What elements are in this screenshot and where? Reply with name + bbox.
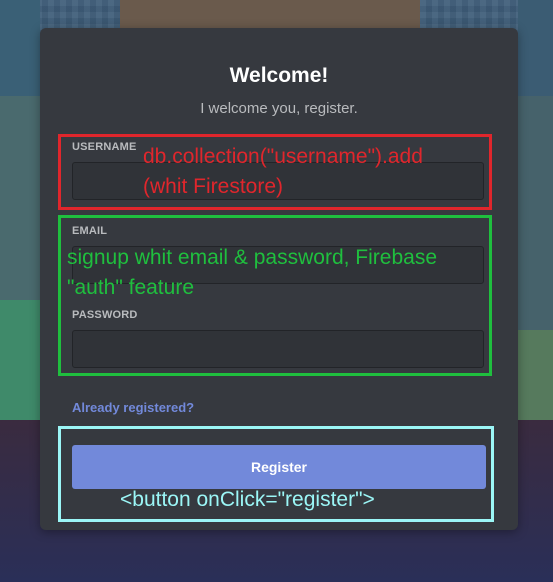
page-subtitle: I welcome you, register. xyxy=(200,100,358,117)
annotation-auth-line1: signup whit email & password, Firebase xyxy=(67,246,438,269)
annotation-auth-note: signup whit email & password, Firebase "… xyxy=(67,243,437,303)
annotation-button-note: <button onClick="register"> xyxy=(120,488,375,511)
page-title: Welcome! xyxy=(229,64,329,87)
annotation-username-note: db.collection("username").add (whit Fire… xyxy=(143,142,423,202)
background-pixel-art xyxy=(0,300,40,420)
annotation-username-line2: (whit Firestore) xyxy=(143,175,284,198)
background-pixel-art xyxy=(518,330,553,420)
background-pixel-art xyxy=(120,0,420,30)
annotation-auth-line2: "auth" feature xyxy=(67,276,194,299)
annotation-username-line1: db.collection("username").add xyxy=(143,145,423,168)
background-pixel-art xyxy=(518,96,553,356)
already-registered-link[interactable]: Already registered? xyxy=(72,400,194,415)
